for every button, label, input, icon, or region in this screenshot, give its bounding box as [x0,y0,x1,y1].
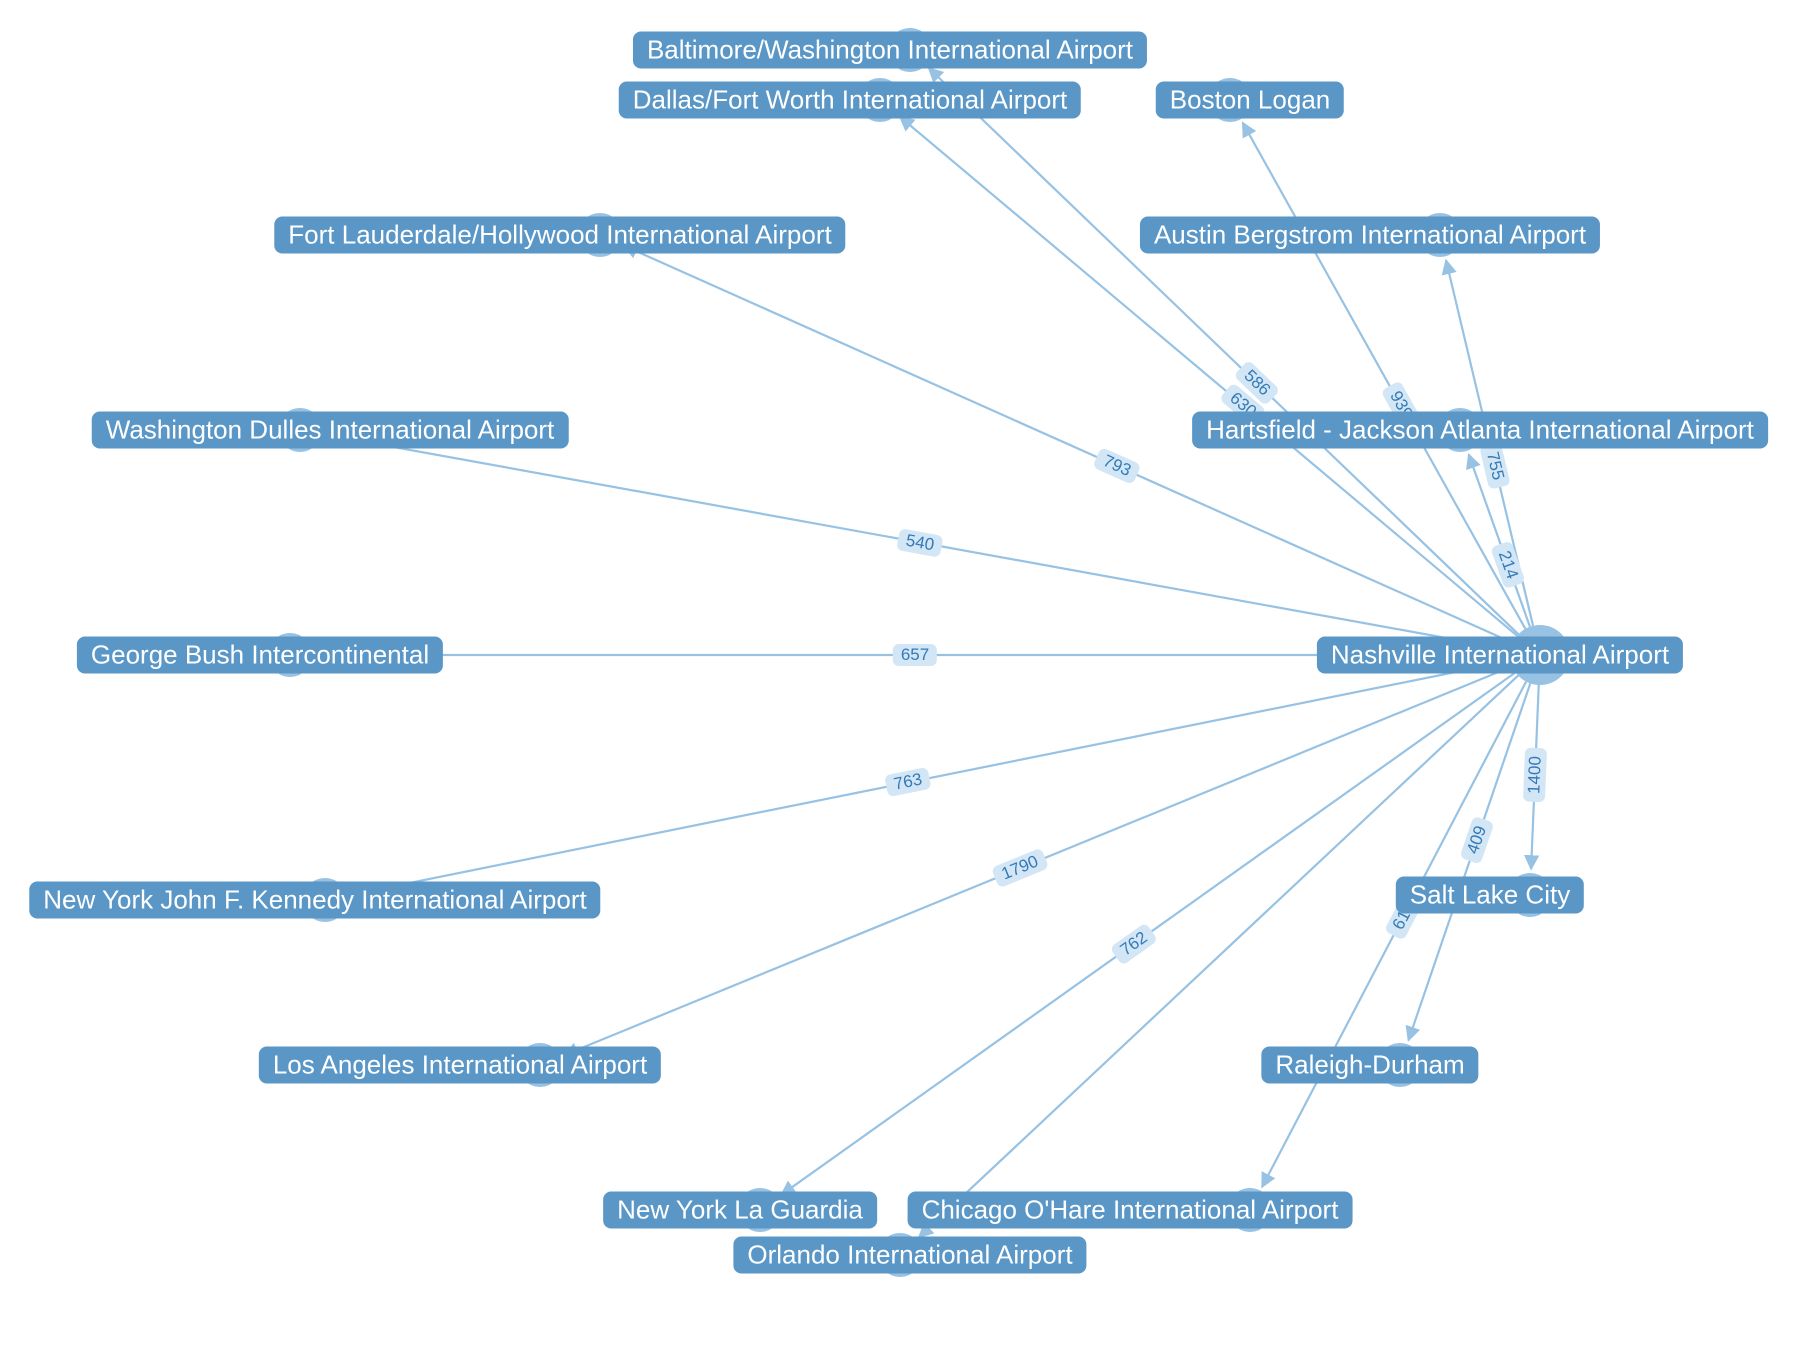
edge-lax [564,666,1512,1055]
edge-weight-fll: 793 [1092,447,1141,485]
edge-weight-lga: 762 [1110,922,1159,966]
edge-weight-rdu: 409 [1459,815,1494,864]
edge-weight-slc: 1400 [1523,748,1547,803]
node-label-bos[interactable]: Boston Logan [1156,82,1344,119]
edge-weight-iah: 657 [893,644,937,666]
node-label-jfk[interactable]: New York John F. Kennedy International A… [29,882,600,919]
node-label-bwi[interactable]: Baltimore/Washington International Airpo… [633,32,1147,69]
edge-weight-bwi: 586 [1233,359,1280,406]
node-label-dfw[interactable]: Dallas/Fort Worth International Airport [619,82,1081,119]
edge-atl [1469,454,1530,626]
edge-weight-jfk: 763 [884,767,932,797]
edge-jfk [350,661,1510,895]
node-label-ord[interactable]: Chicago O'Hare International Airport [908,1192,1353,1229]
edge-weight-iad: 540 [896,528,944,558]
edge-slc [1531,685,1539,869]
node-label-aus[interactable]: Austin Bergstrom International Airport [1140,217,1600,254]
edge-weight-lax: 1790 [991,848,1049,889]
node-label-lax[interactable]: Los Angeles International Airport [259,1047,661,1084]
edge-dfw [900,117,1517,636]
edge-mco [919,676,1518,1238]
edge-rdu [1408,683,1530,1040]
node-label-mco[interactable]: Orlando International Airport [733,1237,1086,1274]
edge-ord [1262,682,1526,1187]
node-label-atl[interactable]: Hartsfield - Jackson Atlanta Internation… [1192,412,1768,449]
graph-canvas[interactable]: 5866309397937555402146571400763179040976… [0,0,1817,1350]
node-label-iad[interactable]: Washington Dulles International Airport [92,412,569,449]
node-label-rdu[interactable]: Raleigh-Durham [1261,1047,1478,1084]
edge-bwi [929,68,1519,634]
node-label-fll[interactable]: Fort Lauderdale/Hollywood International … [274,217,845,254]
node-label-lga[interactable]: New York La Guardia [603,1192,877,1229]
node-label-slc[interactable]: Salt Lake City [1396,877,1584,914]
edge-iad [326,435,1511,650]
edge-weight-atl: 214 [1490,540,1526,589]
edge-weight-aus: 755 [1479,442,1511,490]
node-label-iah[interactable]: George Bush Intercontinental [77,637,443,674]
node-label-nashville[interactable]: Nashville International Airport [1317,637,1683,674]
edge-lga [781,672,1515,1195]
edge-bos [1243,123,1526,629]
